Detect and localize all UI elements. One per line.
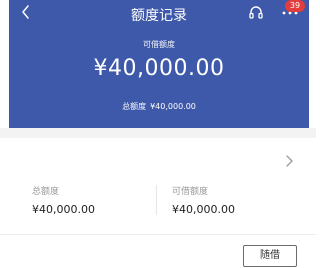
footer-divider <box>0 234 316 235</box>
limit-summary-card[interactable]: 总额度 ¥40,000.00 可借额度 ¥40,000.00 <box>0 138 316 234</box>
stat-divider <box>156 185 157 215</box>
total-limit-amount: ¥40,000.00 <box>150 102 196 111</box>
available-limit-label: 可借额度 <box>143 40 175 49</box>
available-limit-stat-value: ¥40,000.00 <box>172 203 235 216</box>
borrow-button[interactable]: 随借 <box>243 245 297 267</box>
notification-badge: 39 <box>285 0 305 12</box>
total-limit-stat: 总额度 ¥40,000.00 <box>32 184 95 216</box>
header-banner: 额度记录 39 可借额度 ¥40,000.00 总额度 ¥40,000.00 <box>9 0 309 128</box>
total-limit-line: 总额度 ¥40,000.00 <box>9 101 309 112</box>
available-limit-amount: ¥40,000.00 <box>93 56 225 81</box>
available-limit-stat-label: 可借额度 <box>172 187 209 197</box>
chevron-right-icon[interactable] <box>284 155 294 167</box>
available-limit-stat: 可借额度 ¥40,000.00 <box>172 184 235 216</box>
total-limit-label: 总额度 <box>122 102 147 111</box>
total-limit-stat-label: 总额度 <box>32 187 60 197</box>
section-gap <box>0 128 316 138</box>
total-limit-stat-value: ¥40,000.00 <box>32 203 95 216</box>
headset-icon[interactable] <box>248 5 264 21</box>
page-title: 额度记录 <box>131 8 187 24</box>
